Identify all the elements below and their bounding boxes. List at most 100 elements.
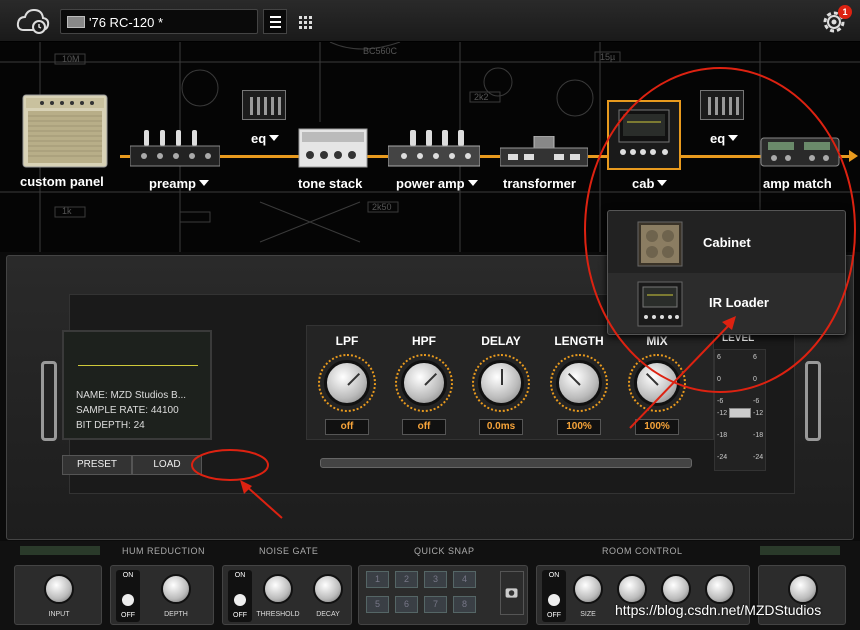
knob-label-length: LENGTH: [554, 334, 604, 348]
preset-name: '76 RC-120 *: [89, 15, 164, 30]
level-scale-tick: -12: [717, 410, 728, 417]
cloud-sync-icon[interactable]: [16, 6, 50, 36]
transformer-icon: [499, 135, 589, 167]
lpf-value[interactable]: off: [325, 419, 369, 435]
room-knob-2[interactable]: [617, 574, 647, 604]
ir-button-row: PRESET LOAD: [62, 455, 202, 475]
grid-icon[interactable]: [299, 16, 313, 30]
section-title-room-control: ROOM CONTROL: [602, 546, 683, 556]
hum-reduction-toggle[interactable]: ON OFF: [116, 570, 140, 622]
module-preamp[interactable]: [129, 128, 221, 168]
module-transformer[interactable]: [499, 135, 589, 168]
level-fader[interactable]: 6 0 -6 -12 -18 -24 6 0 -6 -12 -18 -24: [714, 349, 766, 471]
dropdown-label-ir-loader: IR Loader: [709, 295, 769, 310]
ir-loader-module-icon: [618, 109, 670, 155]
length-value[interactable]: 100%: [557, 419, 601, 435]
watermark-text: https://blog.csdn.net/MZDStudios: [615, 602, 822, 618]
room-knob-3[interactable]: [661, 574, 691, 604]
module-tone-stack[interactable]: [298, 128, 368, 168]
module-label-transformer[interactable]: transformer: [503, 176, 576, 191]
module-label-cab[interactable]: cab: [632, 176, 668, 191]
module-eq-2[interactable]: [700, 90, 744, 120]
hpf-value[interactable]: off: [402, 419, 446, 435]
section-title-hum-reduction: HUM REDUCTION: [122, 546, 205, 556]
quick-snap-7[interactable]: 7: [424, 596, 447, 613]
signal-arrow-icon: [849, 150, 858, 162]
module-custom-panel[interactable]: [22, 94, 108, 168]
module-label-eq-1[interactable]: eq: [251, 131, 280, 146]
top-bar: '76 RC-120 * 1: [0, 0, 860, 42]
ir-controls-panel: LPF off HPF off DELAY 0.0ms LENGTH 100% …: [306, 325, 714, 440]
level-scale-tick: -12: [753, 410, 764, 417]
toggle-on-label: ON: [548, 572, 560, 579]
level-scale-tick: 0: [717, 376, 721, 383]
camera-icon[interactable]: [500, 571, 524, 615]
room-knob-4[interactable]: [705, 574, 735, 604]
knob-indicator: [567, 372, 581, 386]
input-section: INPUT: [14, 565, 102, 625]
size-knob[interactable]: [573, 574, 603, 604]
quick-snap-2[interactable]: 2: [395, 571, 418, 588]
level-scale-tick: -18: [717, 432, 728, 439]
quick-snap-5[interactable]: 5: [366, 596, 389, 613]
dropdown-item-ir-loader[interactable]: IR Loader: [608, 273, 845, 333]
module-label-tone-stack[interactable]: tone stack: [298, 176, 362, 191]
caret-down-icon: [198, 180, 209, 186]
level-scale-tick: -6: [717, 398, 724, 405]
amp-thumbnail-icon: [67, 16, 85, 28]
load-button[interactable]: LOAD: [132, 455, 202, 475]
level-fader-handle[interactable]: [729, 408, 751, 418]
decay-label: DECAY: [316, 611, 340, 618]
amp-match-icon: [760, 137, 840, 167]
svg-text:BC560C: BC560C: [363, 46, 398, 56]
ir-waveform: [78, 365, 198, 366]
module-cab[interactable]: [607, 100, 681, 170]
quick-snap-4[interactable]: 4: [453, 571, 476, 588]
output-knob[interactable]: [788, 574, 818, 604]
power-amp-icon: [387, 130, 481, 167]
knob-label-delay: DELAY: [481, 334, 521, 348]
delay-knob[interactable]: [478, 360, 524, 406]
knob-label-mix: MIX: [646, 334, 668, 348]
preset-button[interactable]: PRESET: [62, 455, 132, 475]
ir-position-slider[interactable]: [320, 458, 692, 468]
quick-snap-1[interactable]: 1: [366, 571, 389, 588]
level-scale-tick: -24: [753, 454, 764, 461]
input-label: INPUT: [48, 611, 70, 618]
svg-text:10M: 10M: [62, 54, 80, 64]
tone-stack-icon: [298, 128, 368, 168]
length-knob[interactable]: [556, 360, 602, 406]
module-label-eq-2[interactable]: eq: [710, 131, 739, 146]
lpf-knob[interactable]: [324, 360, 370, 406]
module-amp-match[interactable]: [760, 136, 840, 168]
toggle-knob: [122, 594, 134, 606]
input-knob[interactable]: [44, 574, 74, 604]
knob-label-hpf: HPF: [412, 334, 436, 348]
mix-value[interactable]: 100%: [635, 419, 679, 435]
hpf-knob[interactable]: [401, 360, 447, 406]
quick-snap-8[interactable]: 8: [453, 596, 476, 613]
module-label-power-amp[interactable]: power amp: [396, 176, 478, 191]
decay-knob[interactable]: [313, 574, 343, 604]
hamburger-menu-button[interactable]: [263, 9, 287, 34]
noise-gate-section: ON OFF THRESHOLD DECAY: [222, 565, 352, 625]
module-label-custom-panel[interactable]: custom panel: [20, 174, 104, 189]
preset-selector[interactable]: '76 RC-120 *: [60, 9, 312, 34]
level-scale-tick: 6: [753, 354, 757, 361]
dropdown-item-cabinet[interactable]: Cabinet: [608, 213, 845, 273]
threshold-knob[interactable]: [263, 574, 293, 604]
module-label-preamp[interactable]: preamp: [149, 176, 209, 191]
module-label-amp-match[interactable]: amp match: [763, 176, 832, 191]
toggle-off-label: OFF: [121, 612, 135, 619]
delay-value[interactable]: 0.0ms: [479, 419, 523, 435]
svg-text:2k2: 2k2: [474, 92, 489, 102]
section-bar: [20, 546, 100, 555]
depth-knob[interactable]: [161, 574, 191, 604]
section-bar: [760, 546, 840, 555]
module-eq-1[interactable]: [242, 90, 286, 120]
module-power-amp[interactable]: [387, 128, 481, 168]
mix-knob[interactable]: [634, 360, 680, 406]
quick-snap-3[interactable]: 3: [424, 571, 447, 588]
section-title-quick-snap: QUICK SNAP: [414, 546, 475, 556]
quick-snap-6[interactable]: 6: [395, 596, 418, 613]
